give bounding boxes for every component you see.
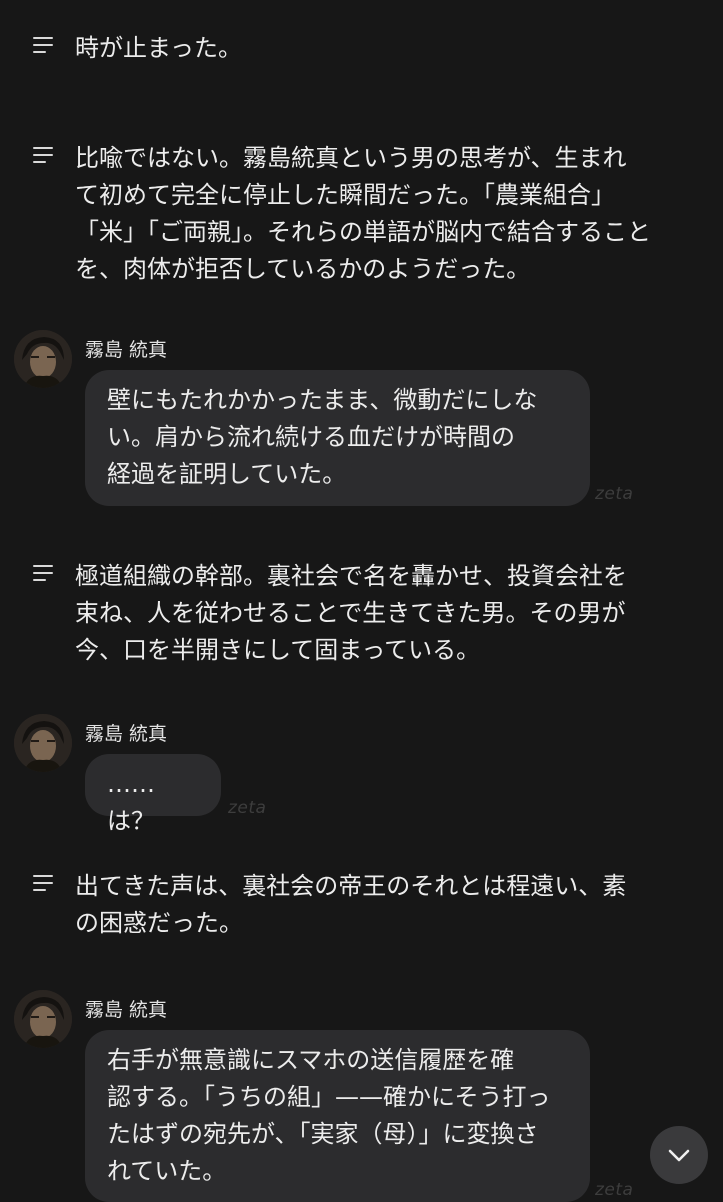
scroll-to-bottom-button[interactable] xyxy=(650,1126,708,1184)
menu-lines-icon xyxy=(33,147,55,167)
sender-name: 霧島 統真 xyxy=(85,999,168,1021)
menu-lines-icon xyxy=(33,565,55,585)
narration-text: 時が止まった。 xyxy=(75,34,243,62)
sender-name: 霧島 統真 xyxy=(85,723,168,745)
message-bubble: 壁にもたれかかったまま、微動だにしな い。肩から流れ続ける血だけが時間の 経過を… xyxy=(85,370,590,506)
chevron-down-icon xyxy=(668,1149,690,1162)
narration-text: 出てきた声は、裏社会の帝王のそれとは程遠い、素 の困惑だった。 xyxy=(75,872,627,937)
menu-lines-icon xyxy=(33,37,55,57)
narration-text: 比喩ではない。霧島統真という男の思考が、生まれ て初めて完全に停止した瞬間だった… xyxy=(75,144,651,283)
zeta-watermark: zeta xyxy=(595,484,634,504)
message-bubble: 右手が無意識にスマホの送信履歴を確 認する。「うちの組」——確かにそう打っ たは… xyxy=(85,1030,590,1202)
avatar[interactable] xyxy=(14,990,72,1048)
avatar[interactable] xyxy=(14,714,72,772)
zeta-watermark: zeta xyxy=(595,1180,634,1200)
menu-lines-icon xyxy=(33,875,55,895)
zeta-watermark: zeta xyxy=(228,798,267,818)
narration-text: 極道組織の幹部。裏社会で名を轟かせ、投資会社を 束ね、人を従わせることで生きてき… xyxy=(75,562,627,664)
sender-name: 霧島 統真 xyxy=(85,339,168,361)
avatar[interactable] xyxy=(14,330,72,388)
message-bubble: ……は？ xyxy=(85,754,221,835)
